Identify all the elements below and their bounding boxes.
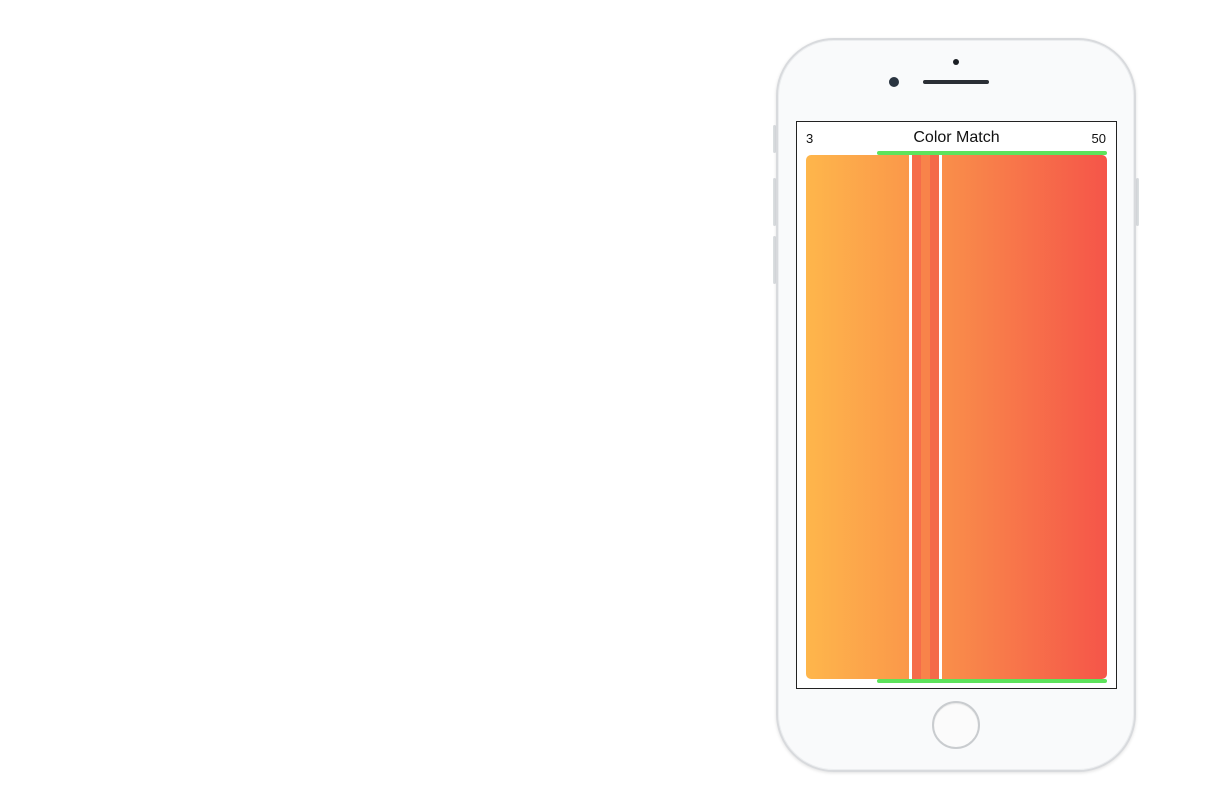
- target-color-stripe: [930, 155, 939, 679]
- target-color-stripe: [912, 155, 921, 679]
- selection-marker-right[interactable]: [939, 155, 942, 679]
- progress-bar-bottom: [877, 679, 1107, 683]
- color-gradient-panel[interactable]: [806, 155, 1107, 679]
- home-button-icon[interactable]: [932, 701, 980, 749]
- proximity-sensor-icon: [953, 59, 959, 65]
- score-counter: 50: [1091, 131, 1106, 146]
- target-color-stripe-center: [921, 155, 930, 679]
- stage: 3 Color Match 50: [0, 0, 1224, 807]
- selection-marker-left[interactable]: [909, 155, 912, 679]
- app-screen: 3 Color Match 50: [796, 121, 1117, 689]
- power-button: [1136, 178, 1139, 226]
- earpiece-speaker-icon: [923, 80, 989, 84]
- front-camera-icon: [889, 77, 899, 87]
- app-title: Color Match: [913, 129, 1000, 146]
